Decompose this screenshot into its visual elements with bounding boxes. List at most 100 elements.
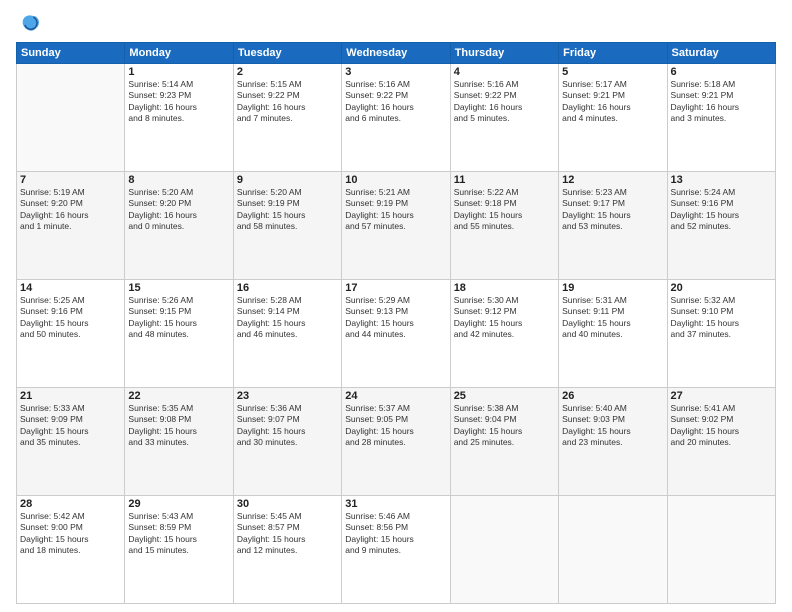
calendar-cell xyxy=(559,496,667,604)
calendar-cell: 28Sunrise: 5:42 AM Sunset: 9:00 PM Dayli… xyxy=(17,496,125,604)
day-info: Sunrise: 5:26 AM Sunset: 9:15 PM Dayligh… xyxy=(128,295,229,341)
calendar-cell: 14Sunrise: 5:25 AM Sunset: 9:16 PM Dayli… xyxy=(17,280,125,388)
calendar-cell: 26Sunrise: 5:40 AM Sunset: 9:03 PM Dayli… xyxy=(559,388,667,496)
day-info: Sunrise: 5:14 AM Sunset: 9:23 PM Dayligh… xyxy=(128,79,229,125)
calendar-cell: 3Sunrise: 5:16 AM Sunset: 9:22 PM Daylig… xyxy=(342,64,450,172)
logo-icon xyxy=(18,12,42,36)
day-info: Sunrise: 5:15 AM Sunset: 9:22 PM Dayligh… xyxy=(237,79,338,125)
day-info: Sunrise: 5:33 AM Sunset: 9:09 PM Dayligh… xyxy=(20,403,121,449)
day-info: Sunrise: 5:30 AM Sunset: 9:12 PM Dayligh… xyxy=(454,295,555,341)
day-info: Sunrise: 5:24 AM Sunset: 9:16 PM Dayligh… xyxy=(671,187,772,233)
calendar-week-row: 1Sunrise: 5:14 AM Sunset: 9:23 PM Daylig… xyxy=(17,64,776,172)
weekday-header-row: SundayMondayTuesdayWednesdayThursdayFrid… xyxy=(17,43,776,64)
calendar-cell: 12Sunrise: 5:23 AM Sunset: 9:17 PM Dayli… xyxy=(559,172,667,280)
day-number: 4 xyxy=(454,66,555,78)
day-info: Sunrise: 5:20 AM Sunset: 9:19 PM Dayligh… xyxy=(237,187,338,233)
day-number: 19 xyxy=(562,282,663,294)
day-info: Sunrise: 5:42 AM Sunset: 9:00 PM Dayligh… xyxy=(20,511,121,557)
weekday-header-monday: Monday xyxy=(125,43,233,64)
calendar-cell xyxy=(667,496,775,604)
day-number: 3 xyxy=(345,66,446,78)
day-number: 15 xyxy=(128,282,229,294)
calendar-cell: 30Sunrise: 5:45 AM Sunset: 8:57 PM Dayli… xyxy=(233,496,341,604)
day-number: 7 xyxy=(20,174,121,186)
calendar-cell: 21Sunrise: 5:33 AM Sunset: 9:09 PM Dayli… xyxy=(17,388,125,496)
calendar-cell: 29Sunrise: 5:43 AM Sunset: 8:59 PM Dayli… xyxy=(125,496,233,604)
day-info: Sunrise: 5:38 AM Sunset: 9:04 PM Dayligh… xyxy=(454,403,555,449)
calendar-cell: 31Sunrise: 5:46 AM Sunset: 8:56 PM Dayli… xyxy=(342,496,450,604)
day-number: 20 xyxy=(671,282,772,294)
logo xyxy=(16,12,42,36)
day-number: 16 xyxy=(237,282,338,294)
day-number: 2 xyxy=(237,66,338,78)
day-info: Sunrise: 5:17 AM Sunset: 9:21 PM Dayligh… xyxy=(562,79,663,125)
calendar-cell: 13Sunrise: 5:24 AM Sunset: 9:16 PM Dayli… xyxy=(667,172,775,280)
day-number: 26 xyxy=(562,390,663,402)
calendar-cell: 1Sunrise: 5:14 AM Sunset: 9:23 PM Daylig… xyxy=(125,64,233,172)
day-info: Sunrise: 5:37 AM Sunset: 9:05 PM Dayligh… xyxy=(345,403,446,449)
day-number: 30 xyxy=(237,498,338,510)
day-info: Sunrise: 5:29 AM Sunset: 9:13 PM Dayligh… xyxy=(345,295,446,341)
day-info: Sunrise: 5:21 AM Sunset: 9:19 PM Dayligh… xyxy=(345,187,446,233)
day-info: Sunrise: 5:35 AM Sunset: 9:08 PM Dayligh… xyxy=(128,403,229,449)
day-info: Sunrise: 5:45 AM Sunset: 8:57 PM Dayligh… xyxy=(237,511,338,557)
day-number: 28 xyxy=(20,498,121,510)
day-info: Sunrise: 5:22 AM Sunset: 9:18 PM Dayligh… xyxy=(454,187,555,233)
calendar-cell: 24Sunrise: 5:37 AM Sunset: 9:05 PM Dayli… xyxy=(342,388,450,496)
day-number: 31 xyxy=(345,498,446,510)
day-number: 1 xyxy=(128,66,229,78)
day-info: Sunrise: 5:28 AM Sunset: 9:14 PM Dayligh… xyxy=(237,295,338,341)
day-number: 10 xyxy=(345,174,446,186)
calendar-cell: 22Sunrise: 5:35 AM Sunset: 9:08 PM Dayli… xyxy=(125,388,233,496)
calendar-cell: 15Sunrise: 5:26 AM Sunset: 9:15 PM Dayli… xyxy=(125,280,233,388)
day-info: Sunrise: 5:23 AM Sunset: 9:17 PM Dayligh… xyxy=(562,187,663,233)
weekday-header-thursday: Thursday xyxy=(450,43,558,64)
calendar-cell: 27Sunrise: 5:41 AM Sunset: 9:02 PM Dayli… xyxy=(667,388,775,496)
calendar-cell: 16Sunrise: 5:28 AM Sunset: 9:14 PM Dayli… xyxy=(233,280,341,388)
calendar-cell xyxy=(450,496,558,604)
day-info: Sunrise: 5:16 AM Sunset: 9:22 PM Dayligh… xyxy=(345,79,446,125)
weekday-header-sunday: Sunday xyxy=(17,43,125,64)
calendar-cell: 11Sunrise: 5:22 AM Sunset: 9:18 PM Dayli… xyxy=(450,172,558,280)
calendar-week-row: 28Sunrise: 5:42 AM Sunset: 9:00 PM Dayli… xyxy=(17,496,776,604)
calendar-cell: 6Sunrise: 5:18 AM Sunset: 9:21 PM Daylig… xyxy=(667,64,775,172)
day-info: Sunrise: 5:32 AM Sunset: 9:10 PM Dayligh… xyxy=(671,295,772,341)
day-number: 18 xyxy=(454,282,555,294)
day-number: 12 xyxy=(562,174,663,186)
calendar-cell: 4Sunrise: 5:16 AM Sunset: 9:22 PM Daylig… xyxy=(450,64,558,172)
calendar-cell: 25Sunrise: 5:38 AM Sunset: 9:04 PM Dayli… xyxy=(450,388,558,496)
day-info: Sunrise: 5:43 AM Sunset: 8:59 PM Dayligh… xyxy=(128,511,229,557)
weekday-header-tuesday: Tuesday xyxy=(233,43,341,64)
calendar-cell: 18Sunrise: 5:30 AM Sunset: 9:12 PM Dayli… xyxy=(450,280,558,388)
day-info: Sunrise: 5:31 AM Sunset: 9:11 PM Dayligh… xyxy=(562,295,663,341)
calendar-week-row: 21Sunrise: 5:33 AM Sunset: 9:09 PM Dayli… xyxy=(17,388,776,496)
day-info: Sunrise: 5:16 AM Sunset: 9:22 PM Dayligh… xyxy=(454,79,555,125)
weekday-header-wednesday: Wednesday xyxy=(342,43,450,64)
calendar-cell: 20Sunrise: 5:32 AM Sunset: 9:10 PM Dayli… xyxy=(667,280,775,388)
day-info: Sunrise: 5:41 AM Sunset: 9:02 PM Dayligh… xyxy=(671,403,772,449)
day-number: 9 xyxy=(237,174,338,186)
day-number: 17 xyxy=(345,282,446,294)
day-number: 21 xyxy=(20,390,121,402)
day-number: 27 xyxy=(671,390,772,402)
day-number: 11 xyxy=(454,174,555,186)
calendar-cell: 2Sunrise: 5:15 AM Sunset: 9:22 PM Daylig… xyxy=(233,64,341,172)
calendar-cell: 10Sunrise: 5:21 AM Sunset: 9:19 PM Dayli… xyxy=(342,172,450,280)
day-number: 13 xyxy=(671,174,772,186)
calendar-cell: 9Sunrise: 5:20 AM Sunset: 9:19 PM Daylig… xyxy=(233,172,341,280)
day-number: 23 xyxy=(237,390,338,402)
calendar-table: SundayMondayTuesdayWednesdayThursdayFrid… xyxy=(16,42,776,604)
day-number: 5 xyxy=(562,66,663,78)
calendar-week-row: 7Sunrise: 5:19 AM Sunset: 9:20 PM Daylig… xyxy=(17,172,776,280)
calendar-week-row: 14Sunrise: 5:25 AM Sunset: 9:16 PM Dayli… xyxy=(17,280,776,388)
day-number: 24 xyxy=(345,390,446,402)
calendar-cell: 8Sunrise: 5:20 AM Sunset: 9:20 PM Daylig… xyxy=(125,172,233,280)
day-info: Sunrise: 5:36 AM Sunset: 9:07 PM Dayligh… xyxy=(237,403,338,449)
day-number: 8 xyxy=(128,174,229,186)
header xyxy=(16,12,776,36)
calendar-cell: 7Sunrise: 5:19 AM Sunset: 9:20 PM Daylig… xyxy=(17,172,125,280)
weekday-header-friday: Friday xyxy=(559,43,667,64)
calendar-cell: 19Sunrise: 5:31 AM Sunset: 9:11 PM Dayli… xyxy=(559,280,667,388)
day-info: Sunrise: 5:25 AM Sunset: 9:16 PM Dayligh… xyxy=(20,295,121,341)
calendar-cell: 17Sunrise: 5:29 AM Sunset: 9:13 PM Dayli… xyxy=(342,280,450,388)
